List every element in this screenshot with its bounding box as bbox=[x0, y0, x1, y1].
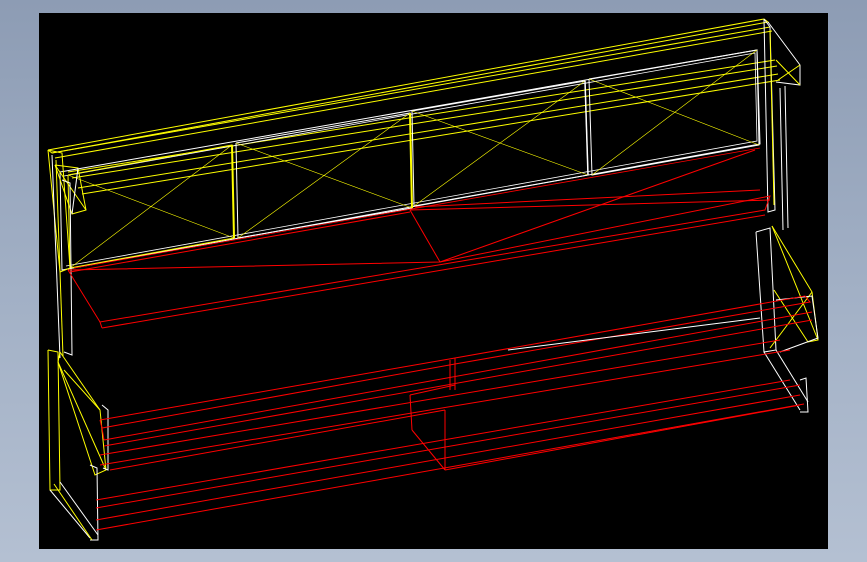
app-window: { "viewport": { "background": "#000000",… bbox=[0, 0, 867, 562]
cad-viewport[interactable] bbox=[39, 13, 828, 549]
top-rail bbox=[47, 18, 781, 195]
left-leg-upper bbox=[47, 149, 87, 359]
shelf bbox=[67, 147, 771, 329]
back-panels bbox=[59, 49, 761, 271]
left-leg-lower bbox=[47, 349, 109, 541]
seat bbox=[95, 295, 813, 531]
panel-1 bbox=[67, 144, 235, 269]
wireframe-drawing[interactable] bbox=[39, 13, 828, 549]
